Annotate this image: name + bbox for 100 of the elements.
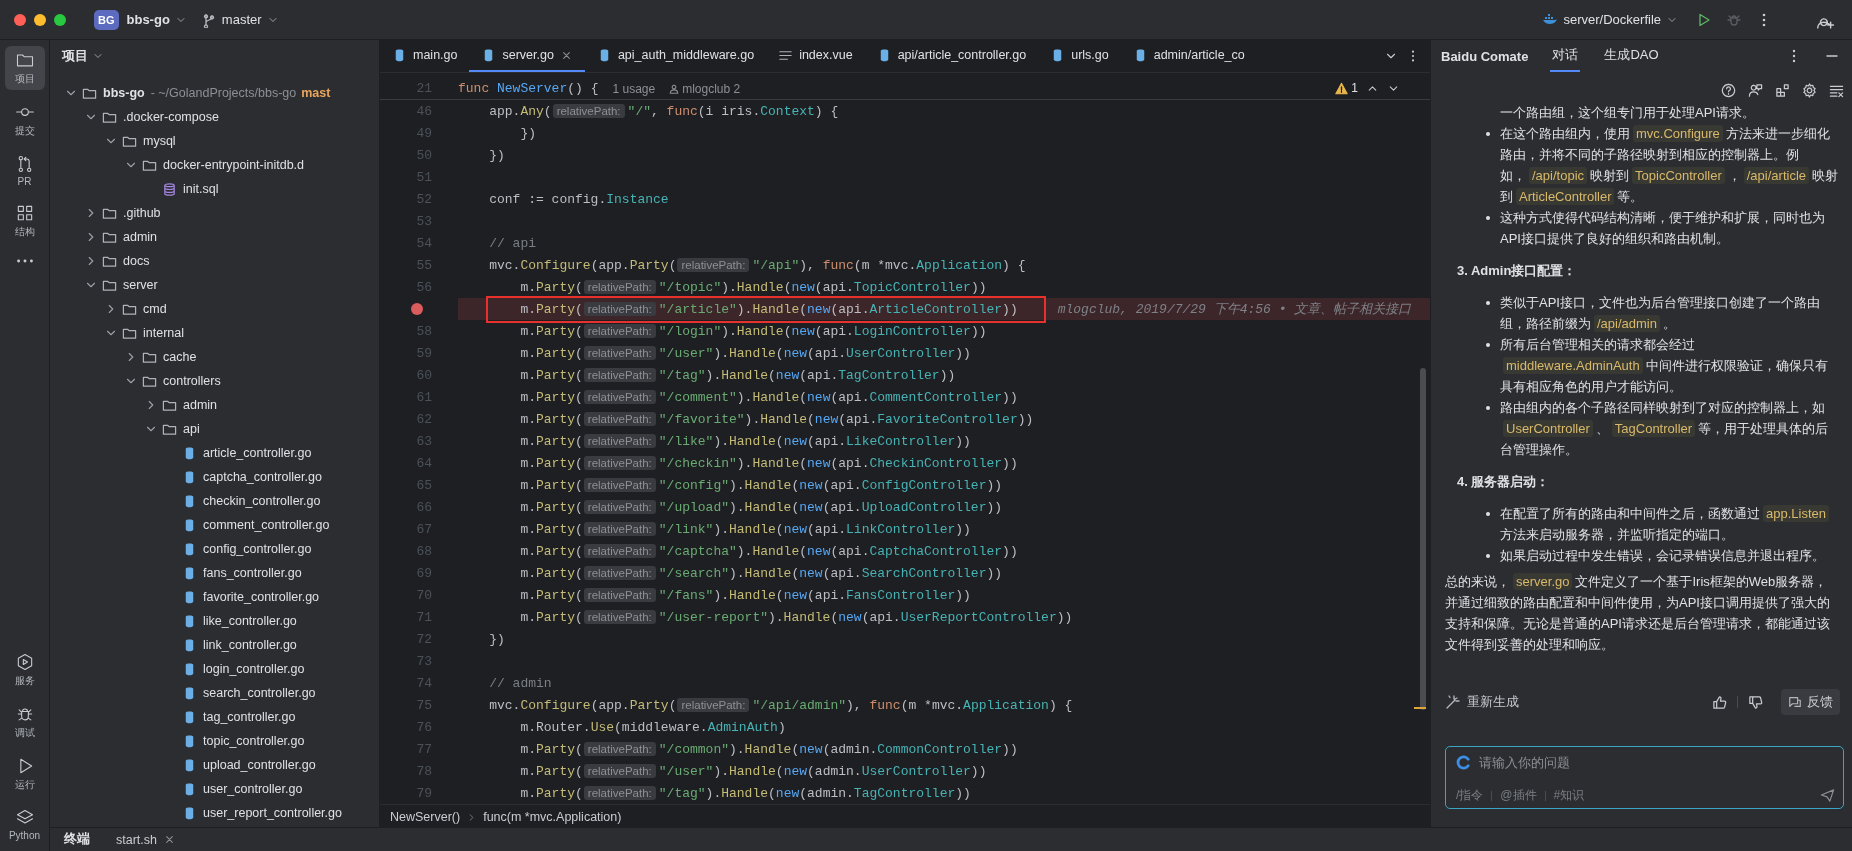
bottom-tab[interactable]: start.sh xyxy=(116,832,176,847)
branch-switcher[interactable]: master xyxy=(200,11,279,28)
help-icon[interactable] xyxy=(1721,82,1736,98)
tree-item[interactable]: upload_controller.go xyxy=(203,758,316,772)
run-configuration[interactable]: server/Dockerfile xyxy=(1542,11,1678,28)
send-icon[interactable] xyxy=(1820,788,1835,803)
project-switcher[interactable]: bbs-go xyxy=(126,12,187,27)
tool-window-button[interactable]: PR xyxy=(4,150,45,191)
code-line: mvc.Configure(app.Party( relativePath: "/api"), func(m *mvc.Application) { xyxy=(488,257,1026,273)
tree-item[interactable]: docker-entrypoint-initdb.d xyxy=(163,158,305,172)
tree-item[interactable]: docs xyxy=(123,254,150,268)
minimize-window-button[interactable] xyxy=(34,13,46,26)
tree-item[interactable]: api xyxy=(183,422,200,436)
tree-item[interactable]: admin xyxy=(123,230,158,244)
question-input[interactable]: 请输入你的问题 /指令 @插件 #知识 xyxy=(1445,746,1844,809)
tree-item[interactable]: cmd xyxy=(143,302,167,316)
project-view-selector[interactable]: 项目 xyxy=(62,47,104,65)
bullet-text: 路由组内的各个子路径同样映射到了对应的控制器上，如 UserController 、 TagController 等，用于处理具体的后台管理操作。 xyxy=(1500,399,1830,459)
tool-window-button[interactable]: 运行 xyxy=(4,752,45,796)
code-line: m.Party( relativePath: "/common").Handle(new(admin.CommonController)) xyxy=(519,741,1018,757)
close-window-button[interactable] xyxy=(14,13,26,26)
tree-item[interactable]: mysql xyxy=(143,134,176,148)
editor-tab[interactable]: main.go xyxy=(380,40,470,72)
bullet-dot xyxy=(1486,132,1490,136)
panel-tab[interactable]: 生成DAO xyxy=(1602,40,1661,72)
tree-item[interactable]: admin xyxy=(183,398,218,412)
bullet-dot xyxy=(1486,406,1490,410)
thumbs-up-icon[interactable] xyxy=(1712,694,1727,710)
tool-window-button[interactable]: Python xyxy=(4,804,45,845)
tree-item[interactable]: favorite_controller.go xyxy=(203,590,320,604)
code-line: m.Party( relativePath: "/user-report").Handle(new(api.UserReportController)) xyxy=(519,609,1073,625)
bullet-dot xyxy=(1486,554,1490,558)
panel-tab[interactable]: 对话 xyxy=(1550,40,1581,72)
magic-wand-icon xyxy=(1445,694,1461,710)
code-line: m.Party( relativePath: "/tag").Handle(new(admin.TagController)) xyxy=(519,785,971,801)
run-icon[interactable] xyxy=(1696,11,1712,28)
tree-item[interactable]: bbs-go xyxy=(103,86,145,100)
tree-item[interactable]: config_controller.go xyxy=(203,542,312,556)
usage-hint[interactable]: 1 usage xyxy=(612,81,656,96)
tree-item[interactable]: .docker-compose xyxy=(123,110,219,124)
breadcrumb[interactable]: func(m *mvc.Application) xyxy=(483,810,622,824)
code-line: mvc.Configure(app.Party( relativePath: "/api/admin"), func(m *mvc.Application) { xyxy=(488,697,1073,713)
tree-item[interactable]: link_controller.go xyxy=(203,638,297,652)
prompt-shortcut[interactable]: /指令 xyxy=(1456,787,1484,804)
bullet-text: 在这个路由组内，使用 mvc.Configure 方法来进一步细化路由，并将不同的子路径映射到相应的控制器上。例如， /api/topic 映射到 TopicController ， /api/article 映射到 ArticleController 等。 xyxy=(1500,124,1839,207)
tree-item[interactable]: init.sql xyxy=(183,182,219,196)
prompt-shortcut[interactable]: @插件 xyxy=(1500,787,1537,804)
tree-item[interactable]: login_controller.go xyxy=(203,662,305,676)
scrollbar-thumb[interactable] xyxy=(1420,368,1426,710)
close-icon[interactable] xyxy=(163,833,176,846)
settings-icon[interactable] xyxy=(1802,82,1817,98)
editor-tab[interactable]: index.vue xyxy=(766,40,865,72)
prompt-shortcut[interactable]: #知识 xyxy=(1553,787,1585,804)
tree-item[interactable]: controllers xyxy=(163,374,221,388)
regenerate-button[interactable]: 重新生成 xyxy=(1445,693,1519,711)
tree-item[interactable]: fans_controller.go xyxy=(203,566,302,580)
tree-item[interactable]: tag_controller.go xyxy=(203,710,296,724)
tree-item[interactable]: cache xyxy=(163,350,197,364)
code-line: m.Party( relativePath: "/fans").Handle(new(api.FansController)) xyxy=(519,587,971,603)
tool-window-button[interactable]: 提交 xyxy=(4,98,45,142)
tree-item[interactable]: user_controller.go xyxy=(203,782,303,796)
editor-tab[interactable]: server.go xyxy=(469,40,585,72)
warning-count[interactable]: 1 xyxy=(1335,81,1358,95)
tree-item[interactable]: like_controller.go xyxy=(203,614,297,628)
breadcrumb[interactable]: NewServer() xyxy=(390,810,461,824)
tool-window-button[interactable]: 服务 xyxy=(4,648,45,692)
code-line: m.Party( relativePath: "/tag").Handle(new(api.TagController)) xyxy=(519,367,956,383)
tree-item[interactable]: comment_controller.go xyxy=(203,518,330,532)
bottom-tab[interactable]: 终端 xyxy=(64,831,90,848)
person-icon xyxy=(669,83,680,94)
project-path: - ~/GolandProjects/bbs-go xyxy=(150,86,297,100)
editor-tab[interactable]: admin/article_co xyxy=(1120,40,1257,72)
editor-tab[interactable]: urls.go xyxy=(1038,40,1121,72)
add-widget-icon[interactable] xyxy=(1775,82,1790,98)
tree-item[interactable]: internal xyxy=(143,326,184,340)
user-chat-icon[interactable] xyxy=(1748,82,1763,98)
tool-window-button[interactable]: 结构 xyxy=(4,199,45,243)
tree-item[interactable]: user_report_controller.go xyxy=(203,806,342,820)
question-field[interactable]: 请输入你的问题 xyxy=(1479,753,1835,772)
feedback-button[interactable]: 反馈 xyxy=(1781,689,1840,715)
tool-window-button[interactable]: 项目 xyxy=(4,46,45,90)
editor-tab[interactable]: api_auth_middleware.go xyxy=(584,40,767,72)
code-line: m.Party( relativePath: "/like").Handle(new(api.LikeController)) xyxy=(519,433,971,449)
tree-item[interactable]: topic_controller.go xyxy=(203,734,305,748)
tool-window-button[interactable]: 调试 xyxy=(4,700,45,744)
tree-item[interactable]: checkin_controller.go xyxy=(203,494,321,508)
breakpoint-icon[interactable] xyxy=(411,303,423,315)
warning-marker[interactable] xyxy=(1414,707,1426,709)
thumbs-down-icon[interactable] xyxy=(1748,694,1763,710)
editor-tab[interactable]: api/article_controller.go xyxy=(864,40,1039,72)
tree-item[interactable]: article_controller.go xyxy=(203,446,312,460)
tree-item[interactable]: server xyxy=(123,278,158,292)
assistant-logo-icon xyxy=(1456,755,1471,770)
tree-item[interactable]: search_controller.go xyxy=(203,686,316,700)
author-hint[interactable]: mlogclub 2 xyxy=(669,81,741,96)
tree-item[interactable]: .github xyxy=(123,206,161,220)
code-line: // api xyxy=(488,235,536,251)
maximize-window-button[interactable] xyxy=(54,13,66,26)
tree-item[interactable]: captcha_controller.go xyxy=(203,470,322,484)
bullet-text: 如果启动过程中发生错误，会记录错误信息并退出程序。 xyxy=(1500,547,1826,565)
